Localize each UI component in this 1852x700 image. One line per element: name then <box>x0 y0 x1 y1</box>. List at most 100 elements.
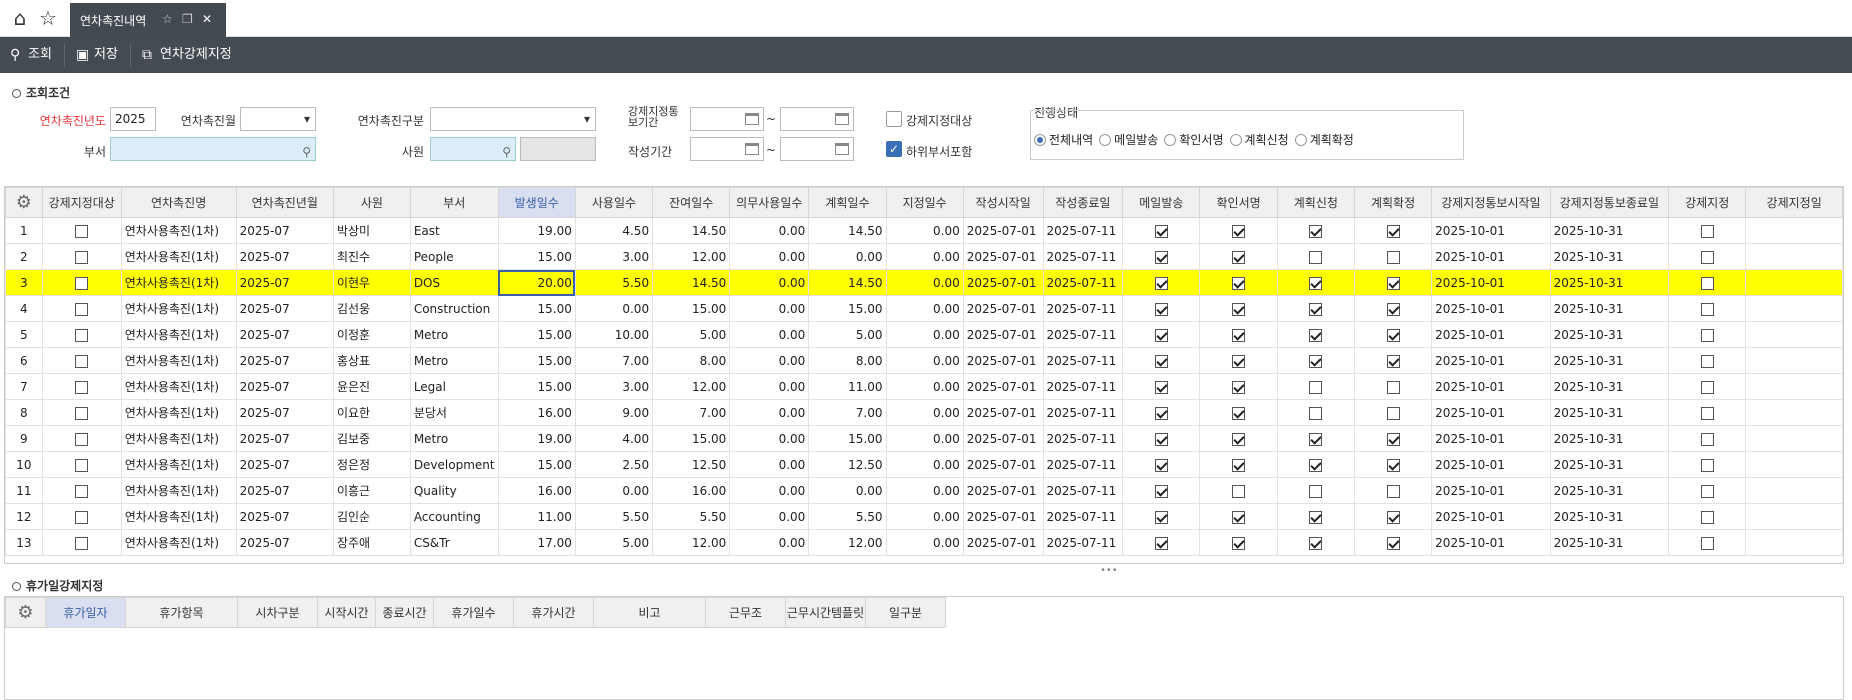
cell-force[interactable] <box>1668 529 1747 556</box>
cell-ne[interactable]: 2025-10-31 <box>1549 529 1670 556</box>
cell-req[interactable] <box>1276 269 1355 296</box>
cell-ne[interactable]: 2025-10-31 <box>1549 451 1670 478</box>
cell-force[interactable] <box>1668 503 1747 530</box>
cell-used[interactable]: 10.00 <box>574 321 654 348</box>
cell-plan[interactable]: 14.50 <box>808 217 887 244</box>
cell-ym[interactable]: 2025-07 <box>235 425 334 452</box>
gear-icon[interactable]: ⚙ <box>16 192 32 213</box>
radio-button[interactable] <box>1294 134 1307 146</box>
cell-req[interactable] <box>1276 243 1355 270</box>
cell-no[interactable]: 8 <box>5 399 43 426</box>
cell-mail[interactable] <box>1122 529 1201 556</box>
cell-no[interactable]: 13 <box>5 529 43 556</box>
cell-force[interactable] <box>1668 425 1747 452</box>
row-checkbox[interactable] <box>1700 510 1714 524</box>
cell-ws[interactable]: 2025-07-01 <box>962 295 1044 322</box>
cell-plan[interactable]: 12.50 <box>808 451 887 478</box>
employee-input[interactable]: ⚲ <box>430 137 516 161</box>
column-header[interactable]: 강제지정 <box>1668 187 1747 218</box>
dept-input[interactable]: ⚲ <box>110 137 316 161</box>
cell-plan[interactable]: 5.00 <box>808 321 887 348</box>
cell-plan[interactable]: 11.00 <box>808 373 887 400</box>
table-row[interactable]: 5 연차사용촉진(1차) 2025-07 이정훈 Metro 15.00 10.00 5.00… <box>5 321 1843 348</box>
cell-dept[interactable]: Accounting <box>409 503 499 530</box>
cell-emp[interactable]: 김선웅 <box>332 295 411 322</box>
cell-rem[interactable]: 16.00 <box>652 477 731 504</box>
row-checkbox[interactable] <box>75 406 89 420</box>
cell-sign[interactable] <box>1199 529 1278 556</box>
cell-used[interactable]: 3.00 <box>574 373 654 400</box>
cell-req[interactable] <box>1276 321 1355 348</box>
row-checkbox[interactable] <box>1154 432 1168 446</box>
cell-we[interactable]: 2025-07-11 <box>1042 529 1124 556</box>
row-checkbox[interactable] <box>1154 458 1168 472</box>
row-checkbox[interactable] <box>1700 354 1714 368</box>
row-checkbox[interactable] <box>1232 458 1246 472</box>
cell-used[interactable]: 0.00 <box>574 477 654 504</box>
cell-req[interactable] <box>1276 477 1355 504</box>
cell-sign[interactable] <box>1199 399 1278 426</box>
column-header[interactable]: 근무조 <box>705 597 786 628</box>
status-radio-1[interactable]: 메일발송 <box>1099 133 1158 147</box>
cell-force-date[interactable] <box>1745 347 1843 374</box>
cell-force-target[interactable] <box>41 321 122 348</box>
cell-req[interactable] <box>1276 347 1355 374</box>
cell-used[interactable]: 4.00 <box>574 425 654 452</box>
row-checkbox[interactable] <box>75 354 89 368</box>
row-checkbox[interactable] <box>1309 302 1323 316</box>
cell-force-date[interactable] <box>1745 217 1843 244</box>
radio-button[interactable] <box>1099 134 1112 146</box>
calendar-icon[interactable] <box>745 143 759 155</box>
cell-assign[interactable]: 0.00 <box>885 425 964 452</box>
gear-icon[interactable]: ⚙ <box>17 602 33 623</box>
column-header[interactable]: 계획신청 <box>1276 187 1355 218</box>
cell-force-date[interactable] <box>1745 503 1843 530</box>
row-checkbox[interactable] <box>1232 302 1246 316</box>
row-checkbox[interactable] <box>75 380 89 394</box>
row-checkbox[interactable] <box>1700 380 1714 394</box>
column-header[interactable]: 지정일수 <box>885 187 964 218</box>
cell-ne[interactable]: 2025-10-31 <box>1549 217 1670 244</box>
column-header[interactable]: 휴가시간 <box>513 597 594 628</box>
cell-mail[interactable] <box>1122 477 1201 504</box>
cell-force[interactable] <box>1668 399 1747 426</box>
row-checkbox[interactable] <box>1309 432 1323 446</box>
cell-conf[interactable] <box>1353 399 1433 426</box>
cell-no[interactable]: 6 <box>5 347 43 374</box>
cell-duty[interactable]: 0.00 <box>729 425 810 452</box>
row-checkbox[interactable] <box>1386 276 1400 290</box>
cell-sign[interactable] <box>1199 373 1278 400</box>
cell-force[interactable] <box>1668 451 1747 478</box>
cell-mail[interactable] <box>1122 503 1201 530</box>
cell-name[interactable]: 연차사용촉진(1차) <box>120 425 237 452</box>
cell-force-target[interactable] <box>41 451 122 478</box>
cell-duty[interactable]: 0.00 <box>729 399 810 426</box>
column-header[interactable]: 확인서명 <box>1199 187 1278 218</box>
cell-force-target[interactable] <box>41 243 122 270</box>
cell-conf[interactable] <box>1353 529 1433 556</box>
row-checkbox[interactable] <box>1154 328 1168 342</box>
cell-rem[interactable]: 14.50 <box>652 269 731 296</box>
cell-name[interactable]: 연차사용촉진(1차) <box>120 373 237 400</box>
cell-ym[interactable]: 2025-07 <box>235 451 334 478</box>
cell-dept[interactable]: Quality <box>409 477 499 504</box>
cell-ym[interactable]: 2025-07 <box>235 295 334 322</box>
column-header[interactable]: 계획확정 <box>1353 187 1433 218</box>
cell-rem[interactable]: 14.50 <box>652 217 731 244</box>
cell-duty[interactable]: 0.00 <box>729 269 810 296</box>
row-checkbox[interactable] <box>1309 510 1323 524</box>
cell-used[interactable]: 5.00 <box>574 529 654 556</box>
cell-force-target[interactable] <box>41 269 122 296</box>
row-checkbox[interactable] <box>1309 224 1323 238</box>
cell-occ[interactable]: 19.00 <box>497 217 576 244</box>
cell-rem[interactable]: 5.50 <box>652 503 731 530</box>
cell-ne[interactable]: 2025-10-31 <box>1549 373 1670 400</box>
cell-req[interactable] <box>1276 217 1355 244</box>
column-header[interactable]: 휴가일수 <box>433 597 514 628</box>
cell-ne[interactable]: 2025-10-31 <box>1549 347 1670 374</box>
row-checkbox[interactable] <box>1386 328 1400 342</box>
cell-no[interactable]: 1 <box>5 217 43 244</box>
cell-emp[interactable]: 이흥근 <box>332 477 411 504</box>
notice-start-date[interactable] <box>690 107 764 131</box>
row-checkbox[interactable] <box>1309 536 1323 550</box>
